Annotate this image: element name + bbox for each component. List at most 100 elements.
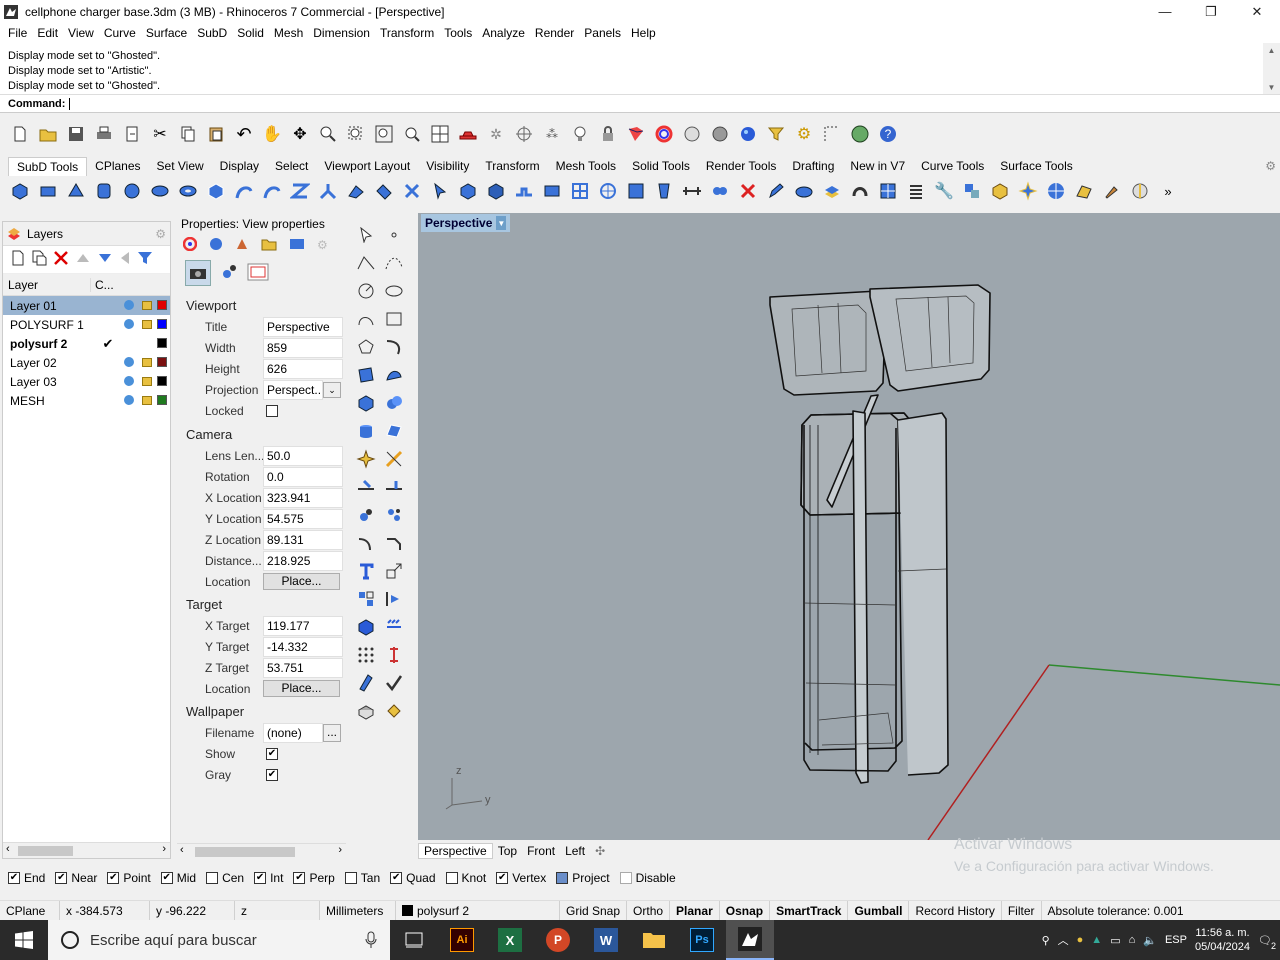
microphone-icon[interactable] [364, 931, 378, 949]
column-layer[interactable]: Layer [3, 277, 91, 292]
lock-icon[interactable] [142, 301, 152, 310]
subd-branch-icon[interactable] [316, 179, 340, 203]
windows-start-icon[interactable] [0, 920, 48, 960]
orient-icon[interactable] [380, 585, 408, 613]
extrude-box-icon[interactable] [352, 613, 380, 641]
check-icon[interactable] [380, 669, 408, 697]
notifications-icon[interactable]: 🗨 2 [1258, 934, 1276, 951]
delete-layer-icon[interactable] [53, 250, 69, 269]
hatch-icon[interactable] [380, 613, 408, 641]
column-current[interactable]: C... [91, 278, 114, 292]
viewport-tab-left[interactable]: Left [560, 844, 590, 858]
current-layer-indicator[interactable]: polysurf 2 [396, 900, 560, 921]
light-bulb-icon[interactable] [124, 300, 134, 310]
split-icon[interactable] [352, 473, 380, 501]
camera-icon[interactable] [185, 260, 211, 286]
grid-points-icon[interactable] [352, 641, 380, 669]
move-layer-down-icon[interactable] [97, 250, 113, 269]
trim-icon[interactable] [380, 445, 408, 473]
new-sublayer-icon[interactable] [31, 250, 47, 269]
ellipse-icon[interactable] [380, 277, 408, 305]
language-indicator[interactable]: ESP [1165, 934, 1187, 946]
new-file-icon[interactable] [8, 122, 32, 146]
light-bulb-icon[interactable] [124, 395, 134, 405]
menu-panels[interactable]: Panels [579, 26, 626, 40]
blue-sphere-icon[interactable] [736, 122, 760, 146]
picture-icon[interactable] [289, 237, 305, 254]
layer-filter-icon[interactable] [137, 250, 153, 269]
copy-icon[interactable] [176, 122, 200, 146]
command-history[interactable]: Display mode set to "Ghosted". Display m… [0, 43, 1280, 95]
subd-cubes-icon[interactable] [960, 179, 984, 203]
menu-subd[interactable]: SubD [192, 26, 232, 40]
osnap-end-checkbox[interactable]: ✔ [8, 872, 20, 884]
osnap-int-checkbox[interactable]: ✔ [254, 872, 267, 884]
subd-bridge-icon[interactable] [512, 179, 536, 203]
subd-loft-icon[interactable] [288, 179, 312, 203]
people-icon[interactable]: ⚲ [1042, 934, 1050, 947]
camera-place-button[interactable]: Place... [263, 573, 340, 590]
polygon-icon[interactable] [352, 333, 380, 361]
grid-snap-toggle[interactable]: Grid Snap [560, 900, 628, 921]
osnap-disable-checkbox[interactable] [619, 872, 632, 884]
tab-set-view[interactable]: Set View [149, 157, 212, 175]
settings-gear-icon[interactable]: ⚙ [792, 122, 816, 146]
tab-transform[interactable]: Transform [477, 157, 547, 175]
join-icon[interactable] [352, 501, 380, 529]
layer-row[interactable]: POLYSURF 1 [3, 315, 170, 334]
layers-scrollbar[interactable]: ‹ › [3, 842, 170, 858]
osnap-vertex-checkbox[interactable]: ✔ [496, 872, 509, 884]
osnap-project[interactable]: Project [556, 871, 610, 885]
tab-viewport-layout[interactable]: Viewport Layout [316, 157, 418, 175]
shaded-sphere-icon[interactable] [680, 122, 704, 146]
subd-options-icon[interactable] [1128, 179, 1152, 203]
print-icon[interactable] [92, 122, 116, 146]
width-field[interactable]: 859 [263, 337, 343, 358]
render-icon[interactable] [235, 237, 249, 254]
battery-icon[interactable]: ▭ [1110, 934, 1120, 947]
projection-select[interactable]: Perspect... [263, 379, 323, 400]
dimension-vertical-icon[interactable] [380, 641, 408, 669]
chevron-down-icon[interactable]: ⌄ [323, 381, 341, 398]
subd-crease-icon[interactable] [624, 179, 648, 203]
subd-mirror-icon[interactable] [708, 179, 732, 203]
locked-checkbox[interactable] [266, 404, 278, 417]
cylinder-solid-icon[interactable] [352, 417, 380, 445]
select-arrow-icon[interactable] [352, 221, 380, 249]
photoshop-icon[interactable]: Ps [678, 920, 726, 960]
y-target-field[interactable]: -14.332 [263, 636, 343, 657]
tray-app-icon[interactable]: ● [1077, 934, 1084, 946]
google-drive-icon[interactable]: ▲ [1091, 934, 1102, 946]
show-checkbox[interactable]: ✔ [266, 747, 278, 760]
mesh-surface-icon[interactable] [380, 417, 408, 445]
snap-circle-icon[interactable] [512, 122, 536, 146]
tab-surface-tools[interactable]: Surface Tools [992, 157, 1081, 175]
filename-field[interactable]: (none) [263, 722, 323, 743]
subd-sweep-icon[interactable] [344, 179, 368, 203]
minimize-button[interactable]: — [1142, 0, 1188, 23]
layer-row[interactable]: polysurf 2 ✔ [3, 334, 170, 353]
subd-face-icon[interactable] [456, 179, 480, 203]
tab-visibility[interactable]: Visibility [418, 157, 477, 175]
layer-color-swatch[interactable] [157, 300, 167, 310]
record-history-toggle[interactable]: Record History [909, 900, 1002, 921]
tab-cplanes[interactable]: CPlanes [87, 157, 148, 175]
object-properties-icon[interactable] [182, 236, 198, 254]
z-target-field[interactable]: 53.751 [263, 657, 343, 678]
z-location-field[interactable]: 89.131 [263, 529, 343, 550]
osnap-quad-checkbox[interactable]: ✔ [390, 872, 403, 884]
undo-icon[interactable]: ↶ [232, 122, 256, 146]
target-place-button[interactable]: Place... [263, 680, 340, 697]
osnap-perp[interactable]: ✔ Perp [293, 871, 335, 885]
task-view-icon[interactable] [390, 920, 438, 960]
surface-corner-icon[interactable] [352, 361, 380, 389]
osnap-end[interactable]: ✔ End [8, 871, 45, 885]
layer-row[interactable]: MESH [3, 391, 170, 410]
color-wheel-icon[interactable] [652, 122, 676, 146]
explode-icon[interactable] [352, 445, 380, 473]
osnap-tan-checkbox[interactable] [344, 872, 357, 884]
group-icon[interactable] [380, 501, 408, 529]
layer-color-swatch[interactable] [157, 338, 167, 348]
subd-pencil-icon[interactable] [764, 179, 788, 203]
layer-color-swatch[interactable] [157, 319, 167, 329]
